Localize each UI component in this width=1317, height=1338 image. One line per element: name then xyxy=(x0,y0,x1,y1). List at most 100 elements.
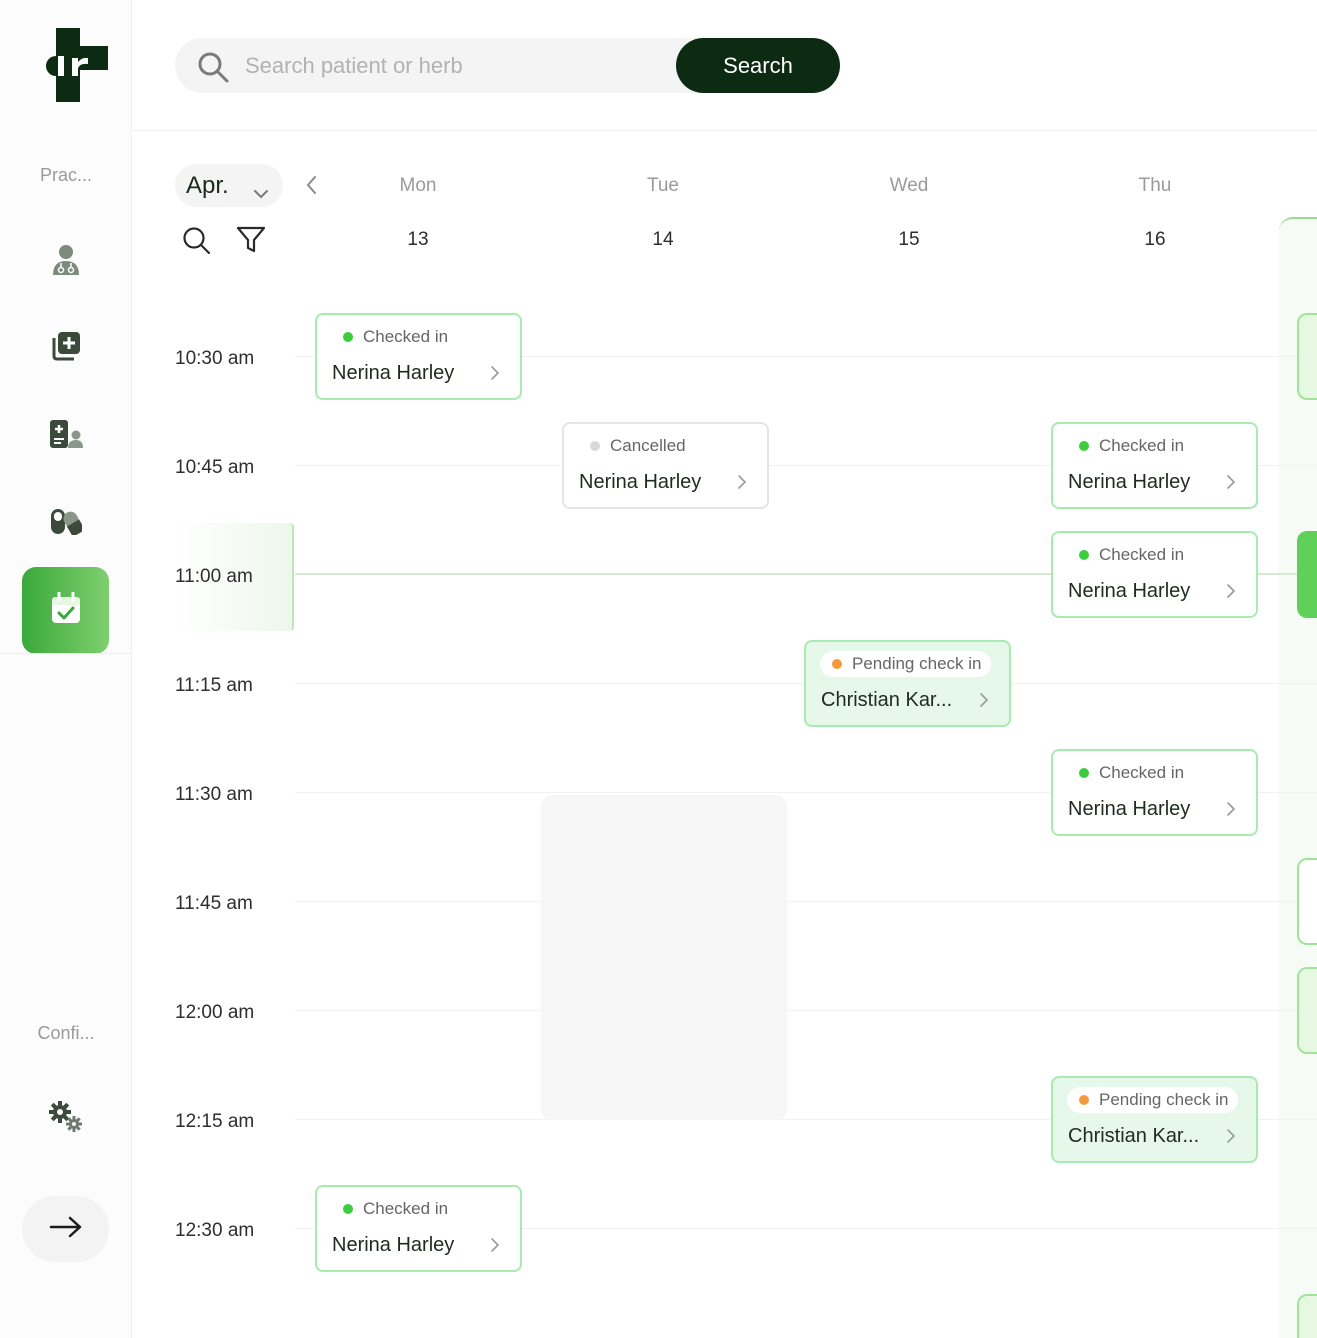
appointment-card[interactable]: Checked in Nerina Harley xyxy=(1051,422,1258,509)
status-text: Checked in xyxy=(1099,763,1185,782)
status-badge: Checked in xyxy=(1067,542,1194,568)
status-dot xyxy=(590,441,600,451)
status-dot xyxy=(1079,550,1089,560)
time-label: 12:15 am xyxy=(175,1111,255,1132)
chevron-right-icon xyxy=(1226,801,1236,822)
day-name-mon: Mon xyxy=(399,175,437,196)
status-badge: Cancelled xyxy=(578,433,696,459)
chevron-right-icon xyxy=(1226,474,1236,495)
appointment-card[interactable]: Checked in Nerina Harley xyxy=(1051,531,1258,618)
sidebar-item-add-record[interactable] xyxy=(22,317,109,379)
appointment-card[interactable]: Checked in Nerina Harley xyxy=(315,1185,522,1272)
appointment-card-partial[interactable] xyxy=(1297,858,1317,945)
patient-name: Nerina Harley xyxy=(1068,471,1191,493)
status-text: Cancelled xyxy=(610,436,686,455)
patient-name: Nerina Harley xyxy=(332,362,455,384)
sidebar-item-settings[interactable] xyxy=(22,1088,109,1150)
dr-logo-icon[interactable] xyxy=(42,28,108,102)
chevron-right-icon xyxy=(490,365,500,386)
appointment-card[interactable]: Checked in Nerina Harley xyxy=(315,313,522,400)
day-date-tue[interactable]: 14 xyxy=(613,229,713,251)
search-icon xyxy=(197,51,229,88)
day-date-wed[interactable]: 15 xyxy=(859,229,959,251)
top-header: Search xyxy=(133,0,1317,131)
chevron-right-icon xyxy=(1226,1128,1236,1149)
patient-name: Nerina Harley xyxy=(579,471,702,493)
gears-icon xyxy=(48,1100,83,1138)
time-label: 11:15 am xyxy=(175,675,253,696)
appointment-card[interactable]: Pending check in Christian Kar... xyxy=(1051,1076,1258,1163)
status-dot xyxy=(343,1204,353,1214)
sidebar-item-doctors[interactable] xyxy=(22,231,109,293)
sidebar-item-medicines[interactable] xyxy=(22,492,109,554)
status-text: Checked in xyxy=(363,1199,449,1218)
patient-name: Christian Kar... xyxy=(821,689,953,711)
patient-name: Christian Kar... xyxy=(1068,1125,1200,1147)
search-button[interactable]: Search xyxy=(676,38,840,93)
calendar-check-icon xyxy=(51,591,81,629)
time-label: 10:45 am xyxy=(175,457,255,478)
status-dot xyxy=(1079,441,1089,451)
status-dot xyxy=(343,332,353,342)
chevron-right-icon xyxy=(737,474,747,495)
patient-records-icon xyxy=(49,419,83,454)
status-badge: Pending check in xyxy=(1067,1087,1239,1113)
status-dot xyxy=(1079,1095,1089,1105)
grid-line xyxy=(295,1010,1317,1011)
blocked-time-slot xyxy=(541,795,787,1120)
status-text: Checked in xyxy=(1099,545,1185,564)
day-date-thu[interactable]: 16 xyxy=(1105,229,1205,251)
status-dot xyxy=(1079,768,1089,778)
status-badge: Pending check in xyxy=(820,651,992,677)
status-text: Checked in xyxy=(363,327,449,346)
sidebar-divider xyxy=(0,653,132,654)
grid-line xyxy=(295,901,1317,902)
status-text: Checked in xyxy=(1099,436,1185,455)
sidebar: Prac... Confi... xyxy=(0,0,132,1338)
filter-icon[interactable] xyxy=(236,226,266,259)
chevron-right-icon xyxy=(1226,583,1236,604)
time-label: 12:00 am xyxy=(175,1002,255,1023)
sidebar-item-appointments[interactable] xyxy=(22,567,109,654)
status-badge: Checked in xyxy=(1067,433,1194,459)
doctor-icon xyxy=(51,244,81,281)
chevron-right-icon xyxy=(979,692,989,713)
status-dot xyxy=(832,659,842,669)
status-text: Pending check in xyxy=(852,654,982,673)
status-badge: Checked in xyxy=(331,324,458,350)
appointment-card[interactable]: Pending check in Christian Kar... xyxy=(804,640,1011,727)
calendar-search-icon[interactable] xyxy=(182,226,212,261)
config-section-label: Confi... xyxy=(37,1023,95,1043)
appointment-card-partial[interactable] xyxy=(1297,313,1317,400)
appointment-card-partial[interactable] xyxy=(1297,1294,1317,1338)
logout-button[interactable] xyxy=(22,1196,109,1262)
month-selector[interactable]: Apr. xyxy=(175,164,283,207)
chevron-down-icon xyxy=(253,178,269,206)
time-label: 11:45 am xyxy=(175,893,253,914)
month-label: Apr. xyxy=(186,171,229,199)
time-label: 12:30 am xyxy=(175,1220,255,1241)
patient-name: Nerina Harley xyxy=(1068,798,1191,820)
chevron-left-icon[interactable] xyxy=(303,174,321,201)
appointment-card-partial[interactable] xyxy=(1297,531,1317,618)
arrow-right-icon xyxy=(49,1216,83,1243)
appointment-card-partial[interactable] xyxy=(1297,967,1317,1054)
day-name-wed: Wed xyxy=(889,175,929,196)
time-label: 11:30 am xyxy=(175,784,253,805)
time-label: 10:30 am xyxy=(175,348,255,369)
chevron-right-icon xyxy=(490,1237,500,1258)
status-text: Pending check in xyxy=(1099,1090,1229,1109)
appointment-card[interactable]: Checked in Nerina Harley xyxy=(1051,749,1258,836)
status-badge: Checked in xyxy=(331,1196,458,1222)
day-name-thu: Thu xyxy=(1138,175,1172,196)
search-input[interactable] xyxy=(245,38,665,93)
appointment-card[interactable]: Cancelled Nerina Harley xyxy=(562,422,769,509)
day-date-mon[interactable]: 13 xyxy=(368,229,468,251)
patient-name: Nerina Harley xyxy=(1068,580,1191,602)
add-record-icon xyxy=(51,331,81,366)
pills-icon xyxy=(50,507,85,540)
patient-name: Nerina Harley xyxy=(332,1234,455,1256)
time-label: 11:00 am xyxy=(175,566,253,587)
practice-section-label: Prac... xyxy=(39,165,92,185)
sidebar-item-patient-records[interactable] xyxy=(22,405,109,467)
